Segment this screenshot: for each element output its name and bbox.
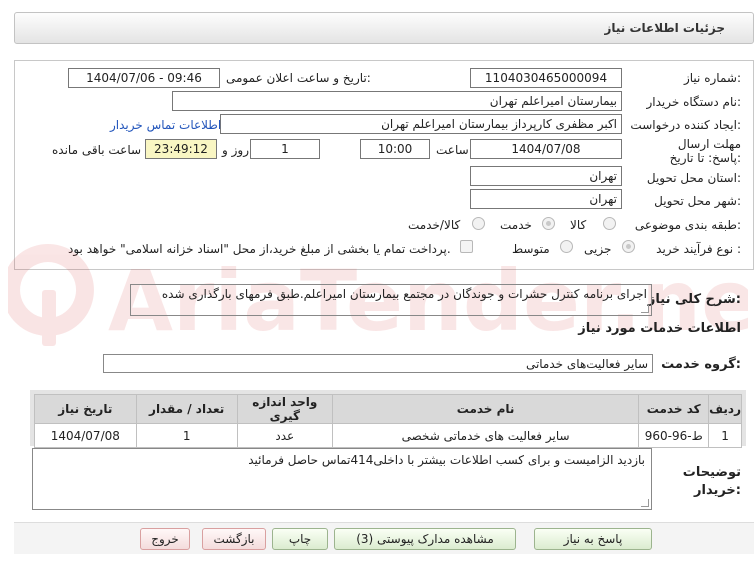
announce-datetime-field[interactable]: 1404/07/06 - 09:46 (68, 68, 220, 88)
announce-datetime-label: تاریخ و ساعت اعلان عمومی: (226, 71, 371, 85)
creator-label: ایجاد کننده درخواست: (630, 118, 741, 132)
services-section-title: اطلاعات خدمات مورد نیاز (578, 321, 741, 336)
remaining-time-field: 23:49:12 (145, 139, 217, 159)
col-header-row-no: ردیف (708, 394, 742, 424)
treasury-payment-note: پرداخت تمام یا بخشی از مبلغ خرید،از محل … (68, 242, 451, 256)
buyer-org-label: نام دستگاه خریدار: (646, 95, 742, 109)
deadline-time-label: ساعت (436, 143, 469, 157)
resize-handle-icon[interactable] (641, 499, 649, 507)
service-group-field[interactable]: سایر فعالیت‌های خدماتی (103, 354, 653, 373)
deadline-label: مهلت ارسال پاسخ: تا تاریخ: (669, 137, 741, 165)
category-option-goods-radio[interactable] (603, 217, 616, 230)
buyer-org-field[interactable]: بیمارستان امیراعلم تهران (172, 91, 622, 111)
deadline-time-field[interactable]: 10:00 (360, 139, 430, 159)
purchase-type-label: نوع فرآیند خرید : (656, 242, 741, 256)
need-description-field[interactable]: اجرای برنامه کنترل حشرات و جوندگان در مج… (130, 284, 652, 316)
category-option-both-label: کالا/خدمت (408, 218, 461, 232)
page-header: جزئیات اطلاعات نیاز (14, 12, 754, 44)
province-label: استان محل تحویل: (646, 171, 741, 185)
buyer-notes-label: توضیحات خریدار: (682, 465, 741, 498)
exit-button[interactable]: خروج (140, 528, 190, 550)
table-header-row: ردیف کد خدمت نام خدمت واحد اندازه گیری ت… (34, 394, 742, 424)
buyer-notes-text: بازدید الزامیست و برای کسب اطلاعات بیشتر… (248, 453, 645, 467)
watermark-logo-stem (42, 290, 56, 346)
buyer-notes-field[interactable]: بازدید الزامیست و برای کسب اطلاعات بیشتر… (32, 448, 652, 510)
cell-service-code: ط-96-960 (638, 423, 710, 448)
city-field[interactable]: تهران (470, 189, 622, 209)
category-option-goods-label: کالا (570, 218, 587, 232)
category-option-service-label: خدمت (500, 218, 532, 232)
remaining-time-label: ساعت باقی مانده (52, 143, 142, 157)
deadline-date-field[interactable]: 1404/07/08 (470, 139, 622, 159)
col-header-service-code: کد خدمت (638, 394, 710, 424)
cell-unit: عدد (236, 423, 333, 448)
services-table: ردیف کد خدمت نام خدمت واحد اندازه گیری ت… (34, 394, 742, 448)
category-label: طبقه بندی موضوعی: (634, 218, 741, 232)
cell-need-date: 1404/07/08 (34, 423, 137, 448)
purchase-option-minor-label: جزیی (584, 242, 612, 256)
print-button[interactable]: چاپ (272, 528, 328, 550)
services-table-wrap: ردیف کد خدمت نام خدمت واحد اندازه گیری ت… (30, 390, 746, 448)
reply-to-need-button[interactable]: پاسخ به نیاز (534, 528, 652, 550)
creator-field[interactable]: اکبر مظفری کارپرداز بیمارستان امیراعلم ت… (220, 114, 622, 134)
view-attachments-button[interactable]: مشاهده مدارک پیوستی (3) (334, 528, 516, 550)
cell-quantity: 1 (135, 423, 238, 448)
need-number-field[interactable]: 1104030465000094 (470, 68, 622, 88)
purchase-option-medium-radio[interactable] (560, 240, 573, 253)
city-label: شهر محل تحویل: (654, 194, 741, 208)
buyer-contact-link[interactable]: اطلاعات تماس خریدار (110, 118, 221, 132)
category-option-both-radio[interactable] (472, 217, 485, 230)
col-header-unit: واحد اندازه گیری (236, 394, 333, 424)
remaining-days-field[interactable]: 1 (250, 139, 320, 159)
resize-handle-icon[interactable] (641, 305, 649, 313)
need-number-label: شماره نیاز: (683, 71, 741, 85)
col-header-need-date: تاریخ نیاز (34, 394, 137, 424)
purchase-option-medium-label: متوسط (512, 242, 550, 256)
cell-service-name: سایر فعالیت های خدماتی شخصی (331, 423, 640, 448)
province-field[interactable]: تهران (470, 166, 622, 186)
service-group-label: گروه خدمت: (661, 357, 741, 372)
purchase-option-minor-radio[interactable] (622, 240, 635, 253)
need-description-text: اجرای برنامه کنترل حشرات و جوندگان در مج… (161, 287, 647, 301)
page-title: جزئیات اطلاعات نیاز (604, 21, 725, 35)
days-label: روز و (222, 143, 249, 157)
need-description-label: شرح کلی نیاز: (647, 292, 741, 307)
cell-row-no: 1 (708, 423, 742, 448)
treasury-payment-checkbox[interactable] (460, 240, 473, 253)
table-row[interactable]: 1 ط-96-960 سایر فعالیت های خدماتی شخصی ع… (34, 423, 742, 448)
back-button[interactable]: بازگشت (202, 528, 266, 550)
col-header-service-name: نام خدمت (331, 394, 640, 424)
col-header-quantity: تعداد / مقدار (135, 394, 238, 424)
category-option-service-radio[interactable] (542, 217, 555, 230)
